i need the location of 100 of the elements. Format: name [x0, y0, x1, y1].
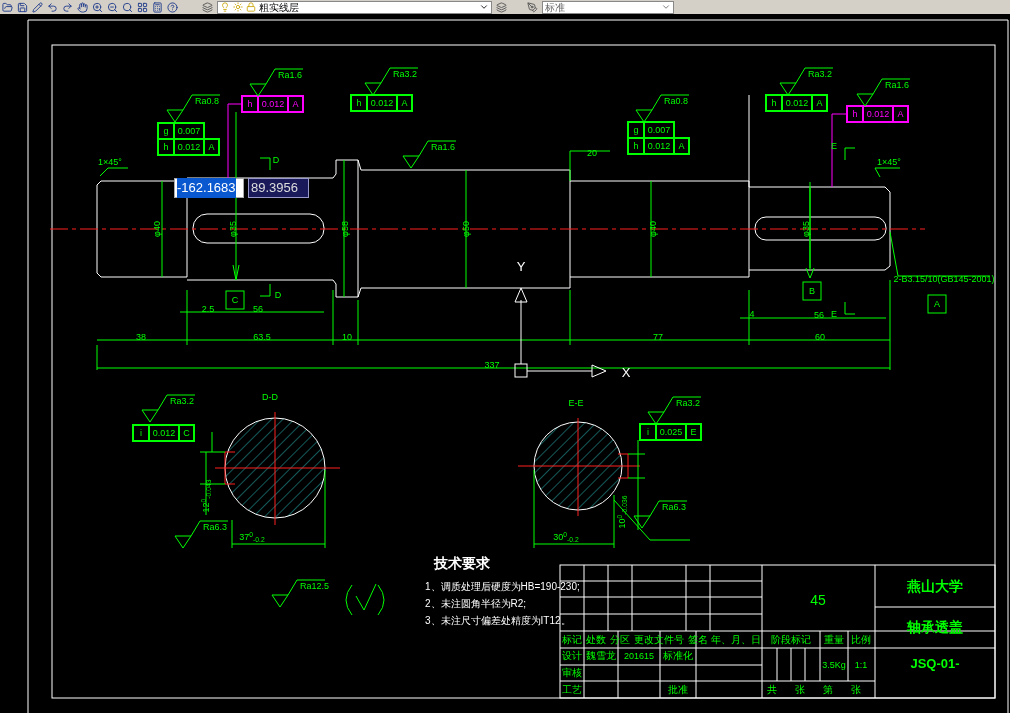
- folder-icon[interactable]: [2, 1, 13, 13]
- undo-icon[interactable]: [47, 1, 58, 13]
- title-block-label: 签名: [688, 635, 708, 645]
- tolerance-symbol: h: [163, 142, 169, 152]
- roughness-value: Ra1.6: [885, 80, 910, 90]
- title-block-label: 阶段标记: [771, 635, 811, 645]
- layer-name: 粗实线层: [259, 0, 300, 15]
- tolerance-value: 0.012: [261, 99, 285, 109]
- title-block-label: 审核: [562, 668, 582, 678]
- text-style-dropdown[interactable]: 标准: [542, 0, 674, 14]
- redo-icon[interactable]: [62, 1, 73, 13]
- surface-roughness-symbol: [402, 140, 457, 169]
- axis-label: Y: [516, 259, 526, 273]
- tolerance-value: 0.007: [647, 125, 671, 135]
- part-name: 轴承透盖: [907, 620, 963, 634]
- hand-icon[interactable]: [77, 1, 88, 13]
- search-icon[interactable]: [122, 1, 133, 13]
- dimension-text: 56: [253, 304, 263, 314]
- datum-reference: C: [183, 428, 190, 438]
- text-style-icon[interactable]: [527, 1, 538, 13]
- tolerance-value: 0.012: [785, 98, 809, 108]
- dimension-text: 38: [136, 332, 146, 342]
- roughness-value: Ra0.8: [195, 96, 220, 106]
- datum-reference: A: [816, 98, 823, 108]
- axis-label: X: [621, 365, 631, 379]
- datum-reference: A: [678, 141, 685, 151]
- coordinate-field[interactable]: -162.1683: [174, 178, 244, 198]
- title-block-label: 更改文件号: [634, 635, 684, 645]
- roughness-value: Ra3.2: [808, 69, 833, 79]
- title-block-label: 标记: [562, 635, 582, 645]
- layer-dropdown[interactable]: 粗实线层: [217, 0, 492, 14]
- roughness-value: Ra1.6: [278, 70, 303, 80]
- layers-icon[interactable]: [202, 1, 213, 13]
- sheet-label: 张: [795, 685, 805, 695]
- dimension-text: φ40: [152, 221, 162, 237]
- surface-roughness-symbol: [635, 94, 690, 123]
- surface-roughness-symbol: [856, 78, 911, 107]
- tolerance-value: 0.012: [866, 109, 890, 119]
- zoom-out-icon[interactable]: [107, 1, 118, 13]
- pencil-icon[interactable]: [32, 1, 43, 13]
- datum-reference: A: [208, 142, 215, 152]
- datum-reference: E: [690, 427, 697, 437]
- title-block-label: 标准化: [663, 651, 693, 661]
- caret-icon[interactable]: [479, 2, 489, 12]
- datum-label: B: [809, 286, 815, 296]
- zoom-in-icon[interactable]: [92, 1, 103, 13]
- calculator-icon[interactable]: [152, 1, 163, 13]
- school-name: 燕山大学: [907, 579, 963, 593]
- dimension-text: 2.5: [201, 304, 215, 314]
- datum-label: C: [231, 295, 239, 305]
- requirement-text: 2、未注圆角半径为R2;: [425, 599, 527, 609]
- title-block-label: 设计: [562, 651, 582, 661]
- dimension-text: φ58: [340, 221, 350, 237]
- dimension-text: 63.5: [253, 332, 271, 342]
- title-block-label: 年、月、日: [711, 635, 761, 645]
- title-block-label: 比例: [851, 635, 871, 645]
- title-block-label: 重量: [824, 635, 844, 645]
- coordinate-field[interactable]: 89.3956: [248, 178, 309, 198]
- dimension-text: φ50: [461, 221, 471, 237]
- requirement-text: 3、未注尺寸偏差处精度为IT12。: [425, 616, 571, 626]
- caret-icon[interactable]: [661, 2, 671, 12]
- tolerance-value: 0.012: [177, 142, 201, 152]
- dimension-text: φ40: [648, 221, 658, 237]
- tolerance-value: 0.025: [659, 427, 683, 437]
- datum-reference: A: [292, 99, 299, 109]
- datum-reference: A: [401, 98, 408, 108]
- dimension-text: 56: [814, 310, 824, 320]
- grid-icon[interactable]: [137, 1, 148, 13]
- surface-roughness-symbol: [166, 94, 221, 123]
- design-date: 201615: [624, 651, 654, 661]
- title-block-label: 批准: [668, 685, 688, 695]
- dimension-text: 2-B3.15/10(GB145-2001): [893, 274, 995, 284]
- roughness-note-icon: [345, 583, 385, 616]
- dimension-text: 10: [342, 332, 352, 342]
- save-icon[interactable]: [17, 1, 28, 13]
- drawing-number: JSQ-01-: [910, 656, 960, 670]
- help-icon[interactable]: [167, 1, 178, 13]
- dimension-text: 4: [749, 309, 755, 319]
- weight-text: 3.5Kg: [822, 660, 846, 670]
- roughness-value: Ra3.2: [676, 398, 701, 408]
- dimension-text: 20: [587, 148, 597, 158]
- scale-text: 1:1: [854, 660, 868, 670]
- title-block-label: 工艺: [562, 685, 582, 695]
- tolerance-symbol: h: [852, 109, 858, 119]
- requirements-title: 技术要求: [434, 556, 490, 570]
- tolerance-symbol: i: [647, 427, 649, 437]
- datum-label: A: [934, 299, 940, 309]
- surface-roughness-symbol: [779, 67, 834, 96]
- layers-icon[interactable]: [496, 1, 507, 13]
- sheet-label: 张: [851, 685, 861, 695]
- dimension-text: φ35: [228, 221, 238, 237]
- sheet-label: 共: [767, 685, 777, 695]
- roughness-value: Ra6.3: [662, 502, 687, 512]
- dimension-text: 337: [484, 360, 500, 370]
- datum-label: E: [831, 309, 837, 319]
- title-block-label: 处数: [586, 635, 606, 645]
- roughness-value: Ra12.5: [300, 581, 330, 591]
- title-block-label: 分区: [610, 635, 630, 645]
- datum-reference: A: [897, 109, 904, 119]
- designer-name: 魏雪龙: [586, 651, 616, 661]
